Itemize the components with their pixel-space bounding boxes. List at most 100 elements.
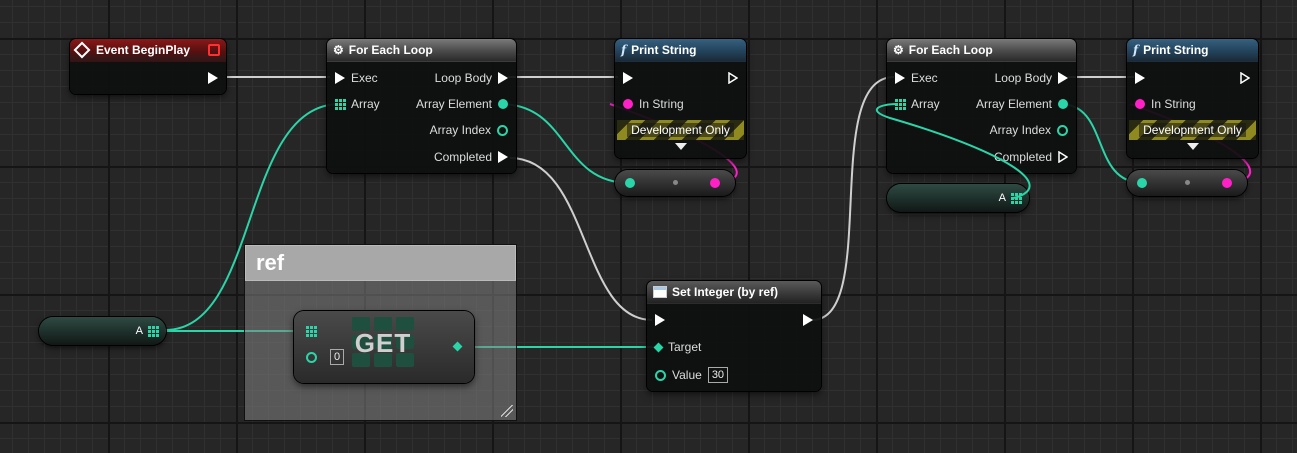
- pin-label: Target: [668, 340, 702, 354]
- exec-pin-icon[interactable]: [1240, 71, 1251, 85]
- exec-input[interactable]: [1135, 69, 1145, 87]
- node-header: Set Integer (by ref): [647, 281, 821, 304]
- expand-arrow-icon[interactable]: [1186, 143, 1199, 150]
- reroute-node-2[interactable]: [1127, 170, 1247, 196]
- exec-pin-icon[interactable]: [728, 71, 739, 85]
- target-input[interactable]: Target: [653, 338, 702, 356]
- int-pin-icon[interactable]: [1057, 124, 1068, 136]
- completed-output[interactable]: Completed: [993, 148, 1069, 166]
- pin-label: Exec: [911, 71, 938, 85]
- node-header: f Print String: [615, 39, 746, 62]
- delegate-pin-icon[interactable]: [208, 44, 220, 56]
- pin-label: Completed: [433, 150, 492, 164]
- int-pin-icon[interactable]: [625, 178, 635, 188]
- int-wire: [499, 103, 631, 184]
- int-pin-icon[interactable]: [655, 369, 666, 381]
- array-get-node[interactable]: GET 0: [294, 311, 474, 383]
- function-icon: f: [621, 43, 627, 57]
- exec-pin-icon[interactable]: [1135, 72, 1145, 84]
- pin-label: Array Element: [415, 97, 492, 111]
- int-pin-icon[interactable]: [306, 352, 317, 363]
- exec-input[interactable]: [623, 69, 633, 87]
- ref-output-pin-icon[interactable]: [452, 341, 463, 352]
- loop-body-output[interactable]: Loop Body: [995, 69, 1068, 87]
- pin-label: Array: [351, 97, 380, 111]
- event-beginplay-node[interactable]: Event BeginPlay: [70, 39, 226, 94]
- for-each-loop-node-2[interactable]: ⚙ For Each Loop Exec Array Loop Body Arr…: [887, 39, 1076, 173]
- get-label: GET: [354, 328, 412, 358]
- index-input[interactable]: 0: [330, 349, 345, 365]
- exec-pin-icon[interactable]: [1058, 150, 1069, 164]
- int-pin-icon[interactable]: [498, 99, 508, 109]
- pin-label: In String: [639, 97, 684, 111]
- pin-label: Value: [672, 368, 702, 382]
- string-pin-icon[interactable]: [1135, 99, 1145, 109]
- in-string-input[interactable]: In String: [623, 95, 684, 113]
- pin-label: Array: [911, 97, 940, 111]
- node-header: ⚙ For Each Loop: [887, 39, 1076, 62]
- array-element-output[interactable]: Array Element: [976, 95, 1068, 113]
- string-pin-icon[interactable]: [710, 178, 720, 188]
- exec-input[interactable]: Exec: [335, 69, 378, 87]
- set-integer-by-ref-node[interactable]: Set Integer (by ref) Target Value 30: [647, 281, 821, 391]
- exec-input[interactable]: Exec: [895, 69, 938, 87]
- pin-label: In String: [1151, 97, 1196, 111]
- pin-label: Loop Body: [994, 71, 1052, 85]
- for-each-loop-node-1[interactable]: ⚙ For Each Loop Exec Array Loop Body Arr…: [327, 39, 516, 173]
- array-pin-icon[interactable]: [148, 326, 159, 337]
- string-pin-icon[interactable]: [623, 99, 633, 109]
- macro-icon: ⚙: [333, 43, 344, 57]
- pin-label: Completed: [993, 150, 1052, 164]
- ref-pin-icon[interactable]: [653, 342, 664, 352]
- reroute-node-1[interactable]: [615, 170, 735, 196]
- array-pin-icon[interactable]: [306, 326, 317, 337]
- completed-output[interactable]: Completed: [434, 148, 508, 166]
- exec-pin-icon[interactable]: [623, 72, 633, 84]
- dot-icon: [673, 180, 678, 185]
- exec-pin-icon[interactable]: [1058, 72, 1068, 84]
- loop-body-output[interactable]: Loop Body: [435, 69, 508, 87]
- variable-a-node-2[interactable]: A: [887, 184, 1029, 212]
- exec-input[interactable]: [655, 311, 665, 329]
- int-pin-icon[interactable]: [1137, 178, 1147, 188]
- function-icon: f: [1133, 43, 1139, 57]
- dev-only-label: Development Only: [627, 123, 734, 137]
- array-input[interactable]: Array: [335, 95, 380, 113]
- pin-label: Exec: [351, 71, 378, 85]
- exec-pin-icon[interactable]: [803, 314, 813, 326]
- exec-pin-icon[interactable]: [655, 314, 665, 326]
- comment-title[interactable]: ref: [245, 245, 516, 281]
- int-pin-icon[interactable]: [1058, 99, 1068, 109]
- in-string-input[interactable]: In String: [1135, 95, 1196, 113]
- int-pin-icon[interactable]: [497, 124, 508, 136]
- exec-pin-icon[interactable]: [335, 72, 345, 84]
- diamond-event-icon: [73, 41, 91, 59]
- value-input[interactable]: Value 30: [655, 366, 729, 384]
- array-element-output[interactable]: Array Element: [416, 95, 508, 113]
- array-pin-icon[interactable]: [895, 99, 906, 110]
- variable-label: A: [135, 325, 143, 337]
- exec-pin-icon[interactable]: [895, 72, 905, 84]
- variable-a-node-1[interactable]: A: [39, 317, 166, 345]
- exec-output[interactable]: [803, 311, 813, 329]
- then-exec-output[interactable]: [208, 69, 218, 87]
- resize-grip-icon[interactable]: [501, 405, 513, 417]
- exec-pin-icon[interactable]: [498, 151, 508, 163]
- array-index-output[interactable]: Array Index: [990, 121, 1068, 139]
- array-pin-icon[interactable]: [335, 99, 346, 110]
- string-pin-icon[interactable]: [1222, 178, 1232, 188]
- pin-label: Loop Body: [434, 71, 492, 85]
- array-pin-icon[interactable]: [1011, 193, 1022, 204]
- dot-icon: [1185, 180, 1190, 185]
- exec-output[interactable]: [1240, 69, 1251, 87]
- print-string-node-2[interactable]: f Print String In String Development Onl…: [1127, 39, 1258, 158]
- value-field[interactable]: 30: [707, 367, 729, 383]
- pin-label: Array Index: [989, 123, 1051, 137]
- print-string-node-1[interactable]: f Print String In String Development Onl…: [615, 39, 746, 158]
- exec-pin-icon[interactable]: [208, 72, 218, 84]
- array-input[interactable]: Array: [895, 95, 940, 113]
- exec-output[interactable]: [728, 69, 739, 87]
- array-index-output[interactable]: Array Index: [430, 121, 508, 139]
- exec-pin-icon[interactable]: [498, 72, 508, 84]
- expand-arrow-icon[interactable]: [674, 143, 687, 150]
